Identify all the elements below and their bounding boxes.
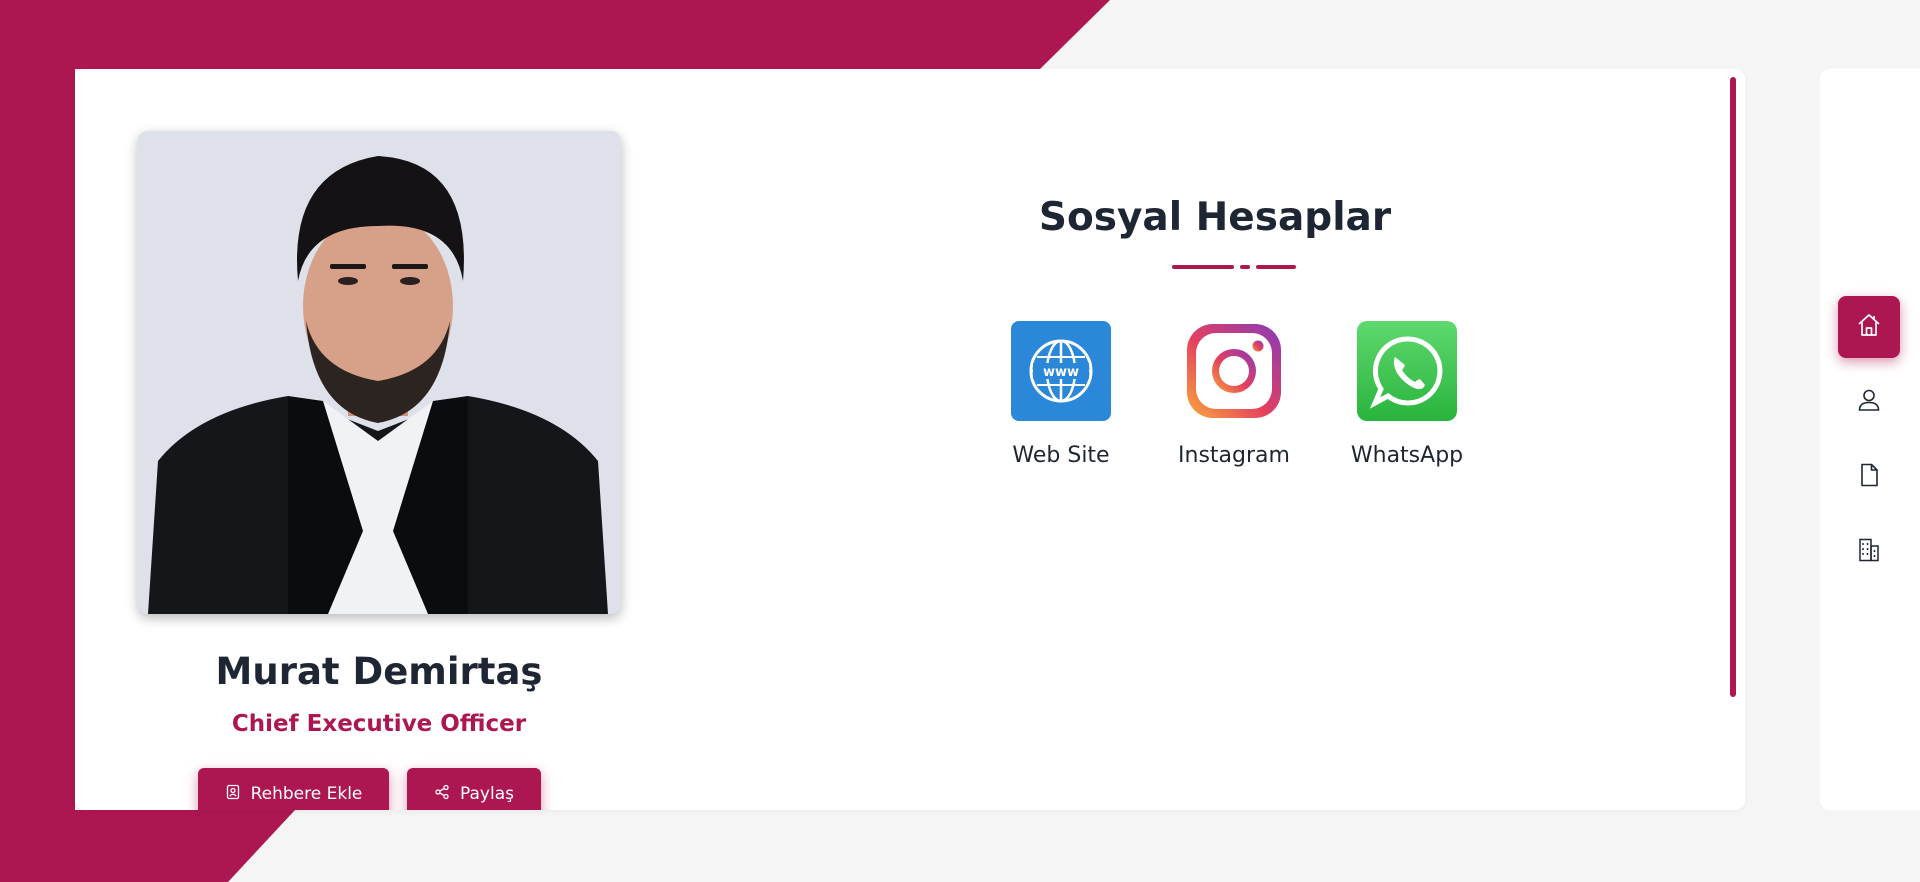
sidebar-item-profile[interactable] [1838, 371, 1900, 433]
title-divider [1172, 265, 1296, 269]
profile-photo [138, 131, 621, 614]
share-button[interactable]: Paylaş [407, 768, 541, 810]
contact-card-icon [225, 784, 241, 805]
profile-job-title: Chief Executive Officer [231, 711, 527, 737]
instagram-icon [1184, 321, 1284, 421]
add-contact-button[interactable]: Rehbere Ekle [198, 768, 389, 810]
sidebar-item-company[interactable] [1838, 521, 1900, 583]
social-link-website[interactable]: www Web Site [991, 321, 1131, 468]
sidebar-item-documents[interactable] [1838, 446, 1900, 508]
sidebar-item-home[interactable] [1838, 296, 1900, 358]
whatsapp-icon [1357, 321, 1457, 421]
social-link-whatsapp[interactable]: WhatsApp [1337, 321, 1477, 468]
svg-text:www: www [1043, 365, 1079, 380]
share-icon [434, 784, 450, 805]
user-icon [1855, 386, 1883, 419]
social-label-instagram: Instagram [1178, 443, 1290, 468]
social-link-instagram[interactable]: Instagram [1164, 321, 1304, 468]
building-icon [1855, 536, 1883, 569]
home-icon [1855, 311, 1883, 344]
profile-card: Murat Demirtaş Chief Executive Officer R… [75, 69, 1745, 810]
profile-name: Murat Demirtaş [215, 650, 543, 693]
social-label-whatsapp: WhatsApp [1350, 443, 1464, 468]
social-label-website: Web Site [1012, 443, 1110, 468]
sidebar-nav [1820, 69, 1920, 810]
globe-icon: www [1011, 321, 1111, 421]
scrollbar[interactable] [1730, 77, 1736, 697]
document-icon [1855, 461, 1883, 494]
section-title: Sosyal Hesaplar [1038, 195, 1392, 240]
share-label: Paylaş [460, 784, 514, 804]
add-contact-label: Rehbere Ekle [250, 784, 363, 804]
